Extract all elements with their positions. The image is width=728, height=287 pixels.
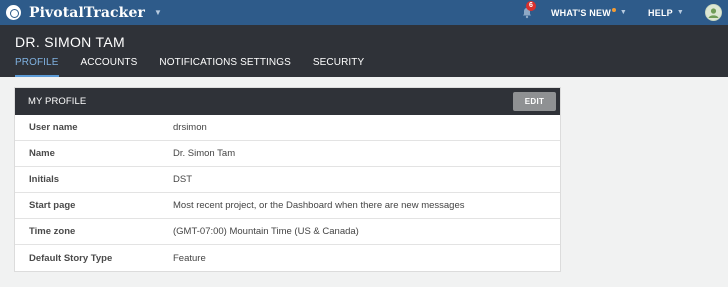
field-value: Most recent project, or the Dashboard wh… xyxy=(173,200,465,211)
edit-button[interactable]: EDIT xyxy=(513,92,556,111)
whats-new-label: WHAT'S NEW xyxy=(550,7,611,18)
field-label: Initials xyxy=(29,174,60,185)
tab-profile[interactable]: PROFILE xyxy=(15,57,59,77)
chevron-down-icon: ▼ xyxy=(153,8,162,17)
notification-count-badge: 6 xyxy=(525,0,536,11)
profile-row: Start page Most recent project, or the D… xyxy=(15,193,560,219)
field-value: Dr. Simon Tam xyxy=(173,148,236,159)
field-label: User name xyxy=(29,122,78,133)
chevron-down-icon: ▼ xyxy=(676,9,684,16)
field-value: Feature xyxy=(173,252,206,264)
pivotal-logo-icon xyxy=(6,5,21,20)
field-label: Start page xyxy=(29,200,76,211)
tab-accounts[interactable]: ACCOUNTS xyxy=(81,57,138,77)
field-label: Time zone xyxy=(29,226,76,237)
brand-menu[interactable]: PivotalTracker ▼ xyxy=(6,5,162,21)
top-navbar: PivotalTracker ▼ 6 WHAT'S NEW ▼ HELP ▼ xyxy=(0,0,728,25)
profile-tabs: PROFILE ACCOUNTS NOTIFICATIONS SETTINGS … xyxy=(15,57,386,77)
new-indicator-dot xyxy=(611,7,616,12)
profile-row: Time zone (GMT-07:00) Mountain Time (US … xyxy=(15,219,560,245)
field-value: (GMT-07:00) Mountain Time (US & Canada) xyxy=(173,226,359,237)
profile-row: User name drsimon xyxy=(15,115,560,141)
help-label: HELP xyxy=(648,7,673,18)
tab-security[interactable]: SECURITY xyxy=(313,57,364,77)
notifications-button[interactable]: 6 xyxy=(521,0,536,19)
page-title: DR. SIMON TAM xyxy=(15,34,125,50)
profile-header: DR. SIMON TAM PROFILE ACCOUNTS NOTIFICAT… xyxy=(0,25,728,77)
tab-notifications-settings[interactable]: NOTIFICATIONS SETTINGS xyxy=(159,57,290,77)
user-avatar[interactable] xyxy=(705,4,722,21)
field-value: DST xyxy=(173,174,192,185)
brand-name: PivotalTracker xyxy=(29,4,145,21)
field-value: drsimon xyxy=(173,122,207,133)
panel-title: MY PROFILE xyxy=(28,96,87,107)
profile-row: Name Dr. Simon Tam xyxy=(15,141,560,167)
profile-row: Default Story Type Feature xyxy=(15,245,560,271)
profile-row: Initials DST xyxy=(15,167,560,193)
avatar-icon xyxy=(706,5,721,20)
whats-new-menu[interactable]: WHAT'S NEW ▼ xyxy=(550,7,628,18)
field-label: Default Story Type xyxy=(29,252,113,264)
my-profile-panel: MY PROFILE EDIT User name drsimon Name D… xyxy=(14,87,561,272)
field-label: Name xyxy=(29,148,55,159)
help-menu[interactable]: HELP ▼ xyxy=(648,8,684,18)
panel-header: MY PROFILE EDIT xyxy=(15,88,560,115)
chevron-down-icon: ▼ xyxy=(619,9,628,16)
